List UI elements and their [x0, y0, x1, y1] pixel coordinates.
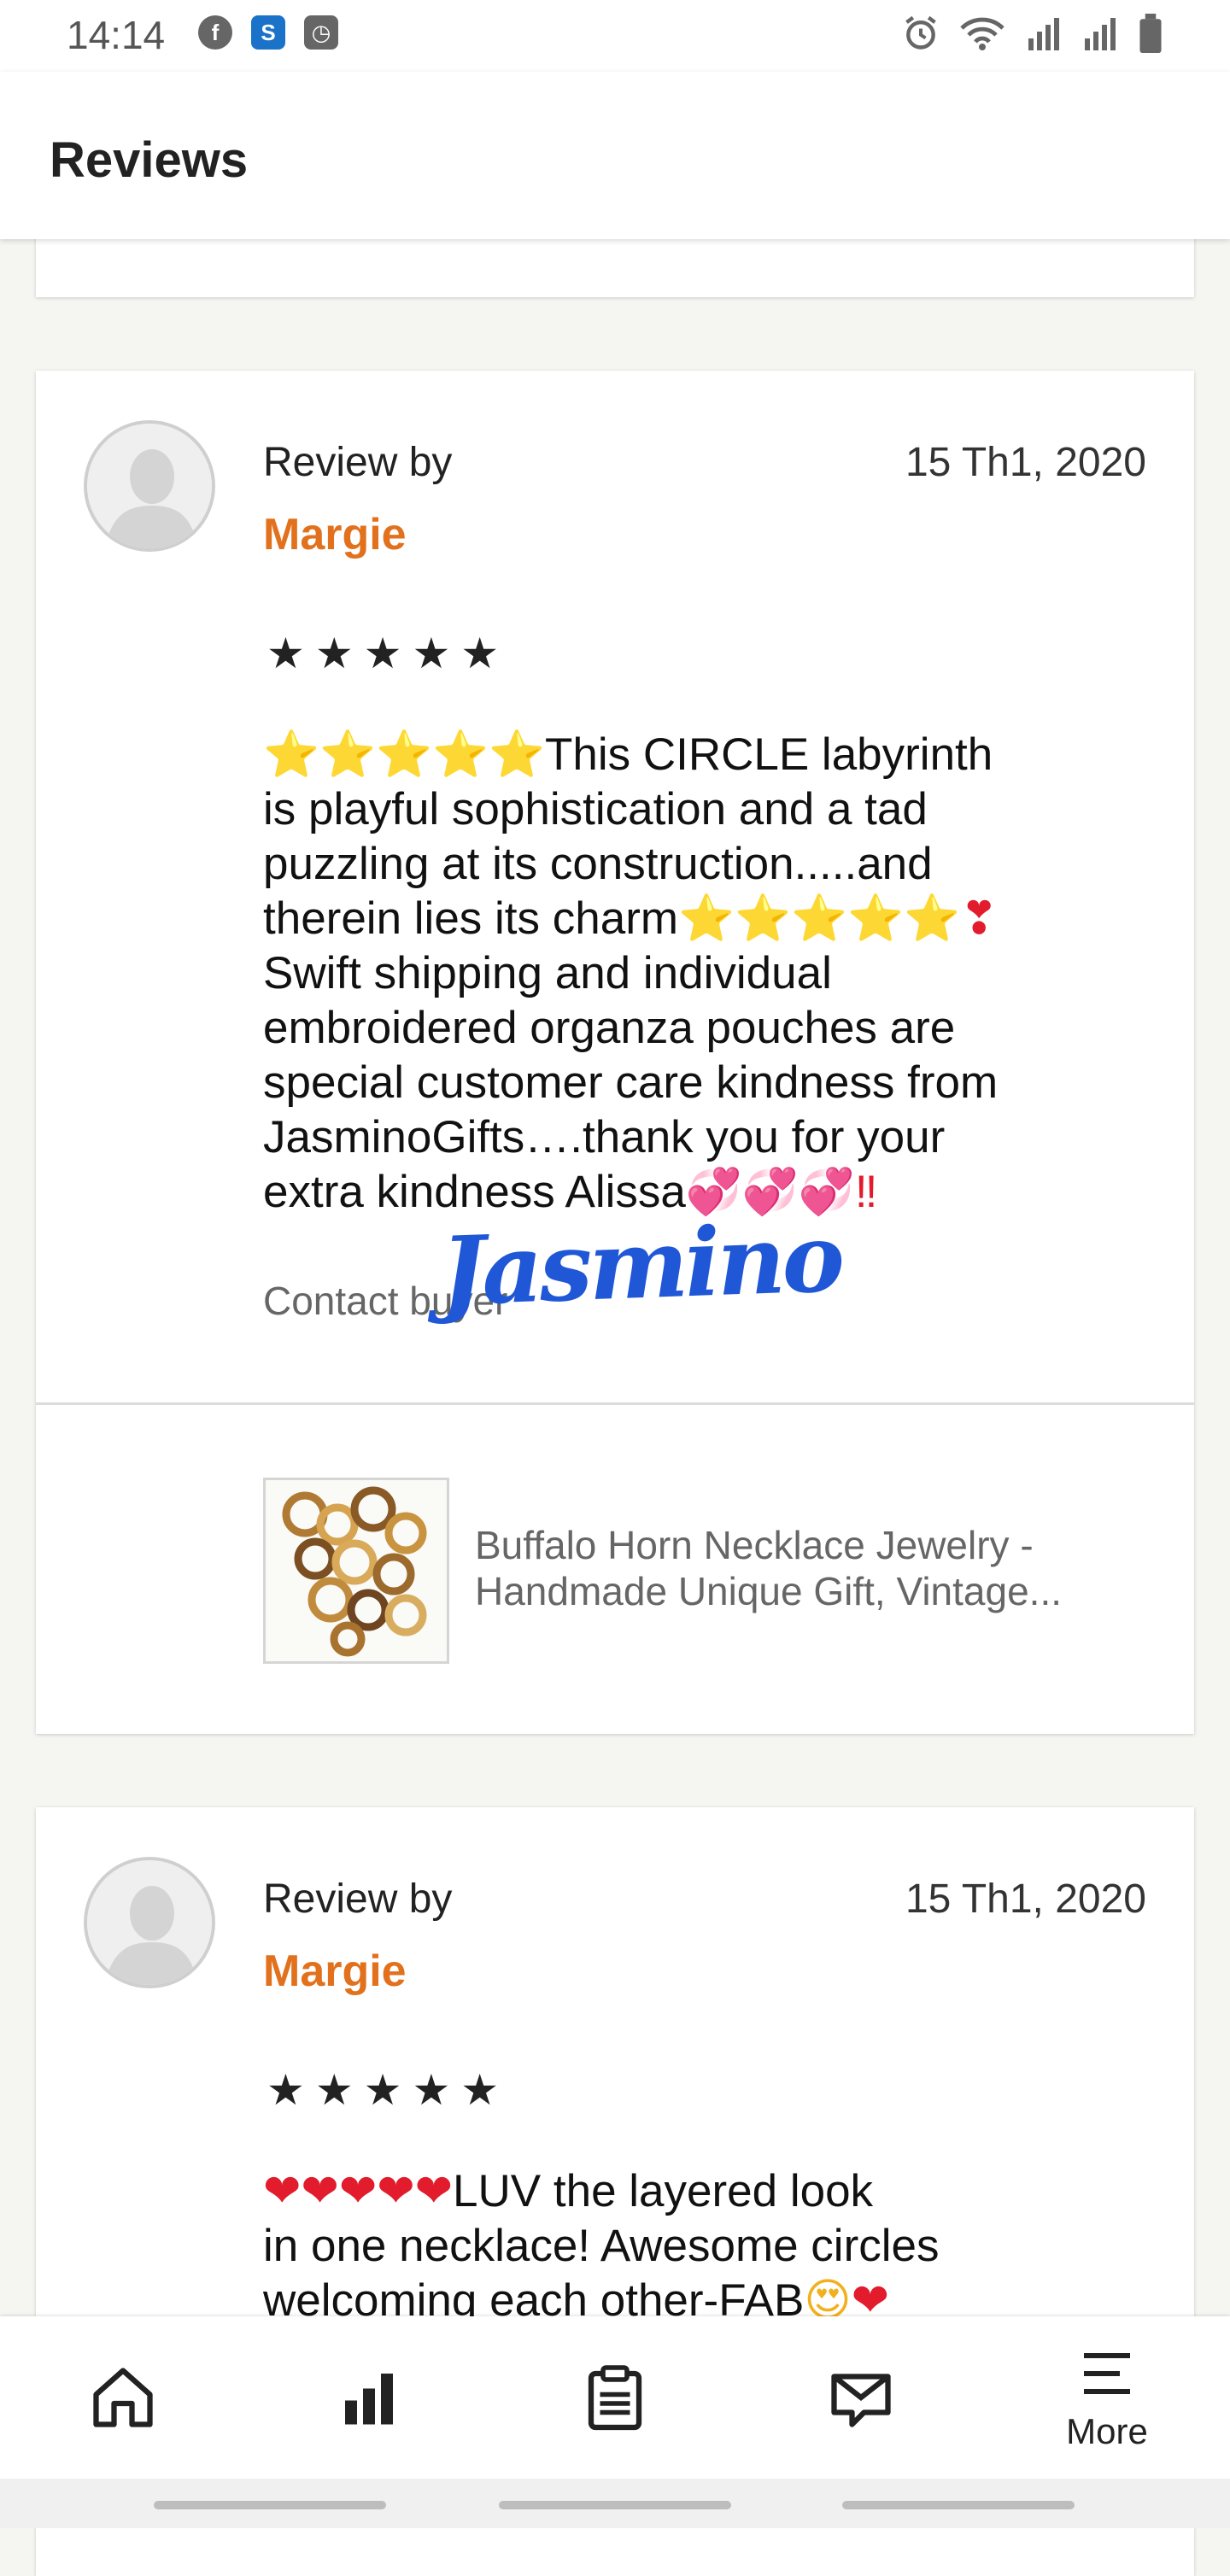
divider	[36, 1402, 1194, 1405]
clock-app-icon: ◷	[304, 15, 338, 50]
reviewer-name[interactable]: Margie	[263, 1946, 407, 1997]
exclamation-emoji: ‼	[854, 1167, 878, 1217]
battery-icon	[1139, 14, 1162, 53]
reviewer-name[interactable]: Margie	[263, 509, 407, 560]
wifi-icon	[960, 17, 1004, 50]
nav-more[interactable]: More	[1022, 2316, 1192, 2479]
stats-icon	[345, 2374, 393, 2425]
avatar[interactable]	[84, 1857, 215, 1988]
signal-icon	[1028, 18, 1059, 50]
gesture-bar	[0, 2479, 1230, 2528]
star-rating: ★★★★★	[266, 2066, 510, 2114]
avatar[interactable]	[84, 420, 215, 552]
review-line: in one necklace! Awesome circles	[263, 2221, 940, 2271]
gesture-pill[interactable]	[499, 2501, 731, 2509]
star-rating: ★★★★★	[266, 629, 510, 677]
review-text: ❤❤❤❤❤LUV the layered look in one necklac…	[263, 2164, 1134, 2328]
status-time: 14:14	[67, 13, 166, 57]
review-line: embroidered organza pouches are	[263, 1003, 956, 1053]
review-line: JasminoGifts….thank you for your	[263, 1112, 946, 1162]
gesture-pill[interactable]	[842, 2501, 1075, 2509]
review-line: This CIRCLE labyrinth	[544, 729, 993, 780]
facebook-icon: f	[198, 15, 232, 50]
review-date: 15 Th1, 2020	[905, 1876, 1146, 1922]
signature-watermark: Jasmino	[438, 1202, 843, 1327]
bottom-nav: More	[0, 2316, 1230, 2479]
hearts-emoji: ❤❤❤❤❤	[263, 2166, 454, 2216]
star-emoji: ⭐⭐⭐⭐⭐	[678, 893, 960, 944]
review-line: puzzling at its construction.....and	[263, 839, 933, 889]
review-by-label: Review by	[263, 440, 453, 485]
nav-stats[interactable]	[284, 2316, 454, 2479]
product-title[interactable]: Buffalo Horn Necklace Jewelry - Handmade…	[475, 1522, 1175, 1614]
signal-icon	[1085, 18, 1116, 50]
product-thumbnail[interactable]	[263, 1478, 449, 1664]
nav-home[interactable]	[38, 2316, 208, 2479]
nav-orders[interactable]	[530, 2316, 700, 2479]
review-line: LUV the layered look	[453, 2166, 874, 2216]
app-header: Reviews	[0, 72, 1230, 239]
nav-more-label: More	[1066, 2411, 1148, 2451]
home-icon	[93, 2368, 153, 2427]
review-date: 15 Th1, 2020	[905, 440, 1146, 485]
review-line: Swift shipping and individual	[263, 948, 832, 998]
default-user-icon	[87, 1860, 212, 1985]
status-bar: 14:14 f S ◷	[0, 0, 1230, 72]
s-app-icon: S	[251, 15, 285, 50]
clipboard-icon	[588, 2365, 642, 2431]
default-user-icon	[87, 424, 212, 548]
nav-messages[interactable]	[776, 2316, 946, 2479]
menu-icon	[1084, 2353, 1130, 2394]
star-emoji: ⭐⭐⭐⭐⭐	[263, 729, 545, 780]
review-line: therein lies its charm	[263, 893, 679, 944]
alarm-icon	[905, 15, 936, 50]
status-right-icons	[902, 14, 1163, 53]
review-line: special customer care kindness from	[263, 1057, 999, 1108]
page-title: Reviews	[50, 132, 249, 188]
heart-emoji: ❣	[959, 893, 999, 944]
review-card: Review by Margie 15 Th1, 2020 ★★★★★ ⭐⭐⭐⭐…	[36, 371, 1194, 1734]
review-by-label: Review by	[263, 1876, 453, 1922]
status-left-icons: f S ◷	[198, 15, 338, 50]
review-text: ⭐⭐⭐⭐⭐This CIRCLE labyrinth is playful so…	[263, 728, 1134, 1220]
review-line: is playful sophistication and a tad	[263, 784, 928, 834]
mail-icon	[831, 2374, 891, 2427]
necklace-image	[266, 1480, 447, 1661]
gesture-pill[interactable]	[154, 2501, 386, 2509]
